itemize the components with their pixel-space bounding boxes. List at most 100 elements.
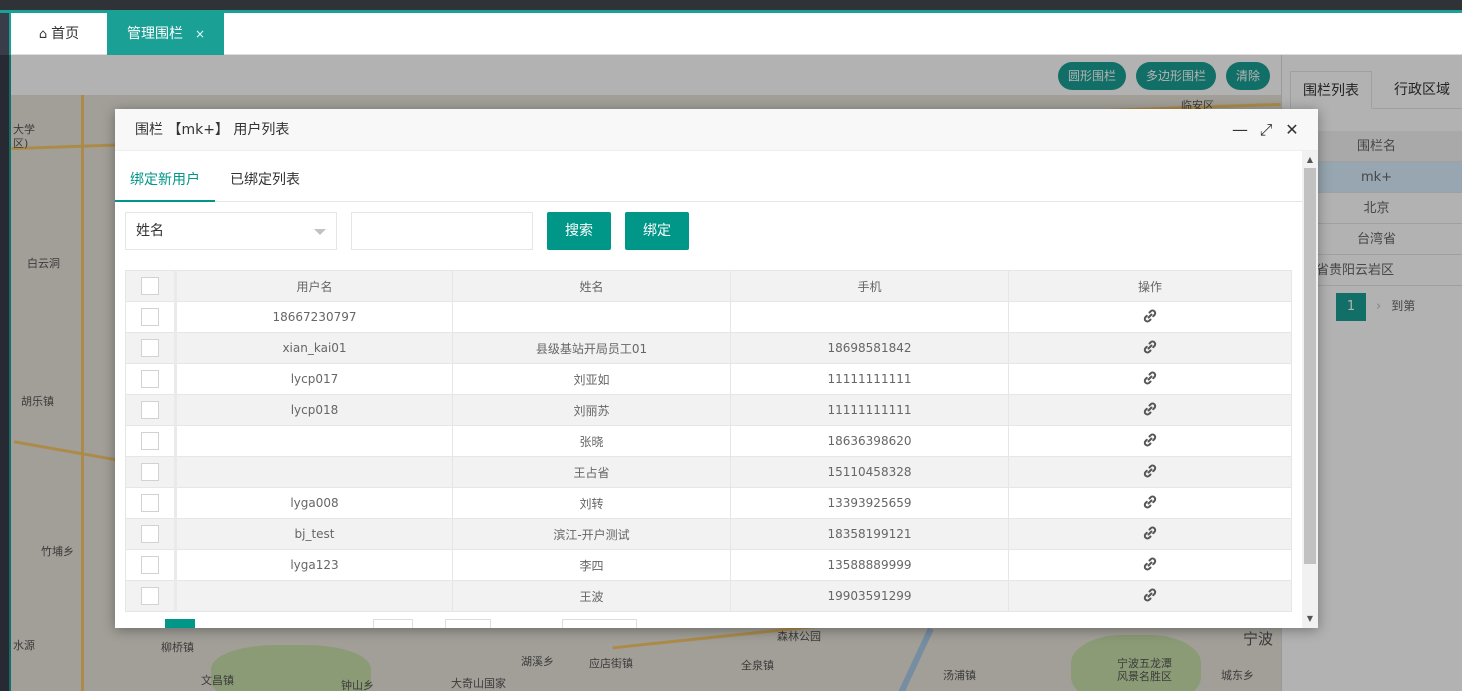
table-row[interactable]: 王占省 15110458328 [125,456,1292,488]
select-all-checkbox[interactable] [141,277,159,295]
scroll-up-icon[interactable]: ▲ [1302,153,1318,167]
link-icon[interactable] [1142,587,1158,606]
row-checkbox[interactable] [141,401,159,419]
table-row[interactable]: 王波 19903591299 [125,580,1292,612]
row-checkbox[interactable] [141,370,159,388]
select-all-cell [125,270,177,302]
link-icon[interactable] [1142,556,1158,575]
search-input[interactable] [351,212,533,250]
page-size-input[interactable] [562,619,637,628]
cell-name: 县级基站开局员工01 [452,332,731,364]
row-select-cell [125,301,177,333]
close-icon[interactable]: ✕ [1283,121,1301,139]
link-icon[interactable] [1142,339,1158,358]
column-header-name[interactable]: 姓名 [452,270,731,302]
link-icon[interactable] [1142,308,1158,327]
search-field-select[interactable]: 姓名 [125,212,337,250]
cell-phone: 11111111111 [730,363,1009,395]
column-header-username[interactable]: 用户名 [175,270,453,302]
table-row[interactable]: xian_kai01 县级基站开局员工01 18698581842 [125,332,1292,364]
tab-home-label: 首页 [51,26,80,42]
row-checkbox[interactable] [141,308,159,326]
cell-action [1008,363,1292,395]
row-select-cell [125,580,177,612]
dialog-title: 围栏 【mk+】 用户列表 [135,122,290,138]
cell-name: 刘亚如 [452,363,731,395]
table-row[interactable]: lycp018 刘丽苏 11111111111 [125,394,1292,426]
user-table: 用户名 姓名 手机 操作 18667230797 xian_kai01 县级基站开局… [125,270,1292,612]
cell-phone: 18698581842 [730,332,1009,364]
cell-name: 张晓 [452,425,731,457]
cell-username: xian_kai01 [175,332,453,364]
bind-button[interactable]: 绑定 [625,212,689,250]
current-page-button[interactable] [165,619,195,628]
link-icon[interactable] [1142,463,1158,482]
link-icon[interactable] [1142,525,1158,544]
cell-username: 18667230797 [175,301,453,333]
cell-name [452,301,731,333]
cell-name: 李四 [452,549,731,581]
table-row[interactable]: bj_test 滨江-开户测试 18358199121 [125,518,1292,550]
table-row[interactable]: 张晓 18636398620 [125,425,1292,457]
cell-phone [730,301,1009,333]
row-checkbox[interactable] [141,556,159,574]
tab-manage-fence[interactable]: 管理围栏 × [107,13,224,55]
row-checkbox[interactable] [141,494,159,512]
tab-close-icon[interactable]: × [195,27,205,41]
cell-name: 王占省 [452,456,731,488]
cell-action [1008,425,1292,457]
user-list-dialog: 围栏 【mk+】 用户列表 — ⤢ ✕ 绑定新用户 已绑定列表 姓名 搜索 绑定… [115,109,1318,628]
minimize-icon[interactable]: — [1231,121,1249,139]
row-checkbox[interactable] [141,339,159,357]
maximize-icon[interactable]: ⤢ [1257,121,1275,139]
table-pagination [125,611,1291,628]
search-button[interactable]: 搜索 [547,212,611,250]
column-header-action: 操作 [1008,270,1292,302]
link-icon[interactable] [1142,432,1158,451]
cell-phone: 18358199121 [730,518,1009,550]
dialog-scrollbar[interactable]: ▲ ▼ [1302,151,1318,628]
table-row[interactable]: lyga123 李四 13588889999 [125,549,1292,581]
cell-name: 滨江-开户测试 [452,518,731,550]
cell-username: lycp018 [175,394,453,426]
cell-username [175,580,453,612]
cell-phone: 13588889999 [730,549,1009,581]
row-select-cell [125,394,177,426]
link-icon[interactable] [1142,494,1158,513]
cell-action [1008,580,1292,612]
cell-action [1008,332,1292,364]
cell-action [1008,518,1292,550]
cell-phone: 11111111111 [730,394,1009,426]
tab-bound-list[interactable]: 已绑定列表 [230,166,300,202]
chevron-down-icon [314,229,326,235]
page-jump-input[interactable] [373,619,413,628]
cell-name: 王波 [452,580,731,612]
tab-manage-fence-label: 管理围栏 [127,26,183,42]
scrollbar-thumb[interactable] [1304,168,1316,564]
row-checkbox[interactable] [141,587,159,605]
cell-action [1008,394,1292,426]
row-select-cell [125,549,177,581]
scroll-down-icon[interactable]: ▼ [1302,612,1318,626]
table-row[interactable]: lycp017 刘亚如 11111111111 [125,363,1292,395]
tab-bind-new-user[interactable]: 绑定新用户 [115,166,215,202]
row-checkbox[interactable] [141,432,159,450]
cell-phone: 19903591299 [730,580,1009,612]
column-header-phone[interactable]: 手机 [730,270,1009,302]
search-field-selected: 姓名 [136,223,164,239]
table-header-row: 用户名 姓名 手机 操作 [125,270,1292,302]
row-select-cell [125,425,177,457]
table-row[interactable]: lyga008 刘转 13393925659 [125,487,1292,519]
link-icon[interactable] [1142,370,1158,389]
row-checkbox[interactable] [141,463,159,481]
row-checkbox[interactable] [141,525,159,543]
cell-username: bj_test [175,518,453,550]
link-icon[interactable] [1142,401,1158,420]
cell-phone: 15110458328 [730,456,1009,488]
dialog-tabs: 绑定新用户 已绑定列表 [115,166,1302,202]
cell-username [175,456,453,488]
table-row[interactable]: 18667230797 [125,301,1292,333]
tab-home[interactable]: ⌂ 首页 [11,13,107,55]
row-select-cell [125,332,177,364]
page-size-select[interactable] [445,619,491,628]
